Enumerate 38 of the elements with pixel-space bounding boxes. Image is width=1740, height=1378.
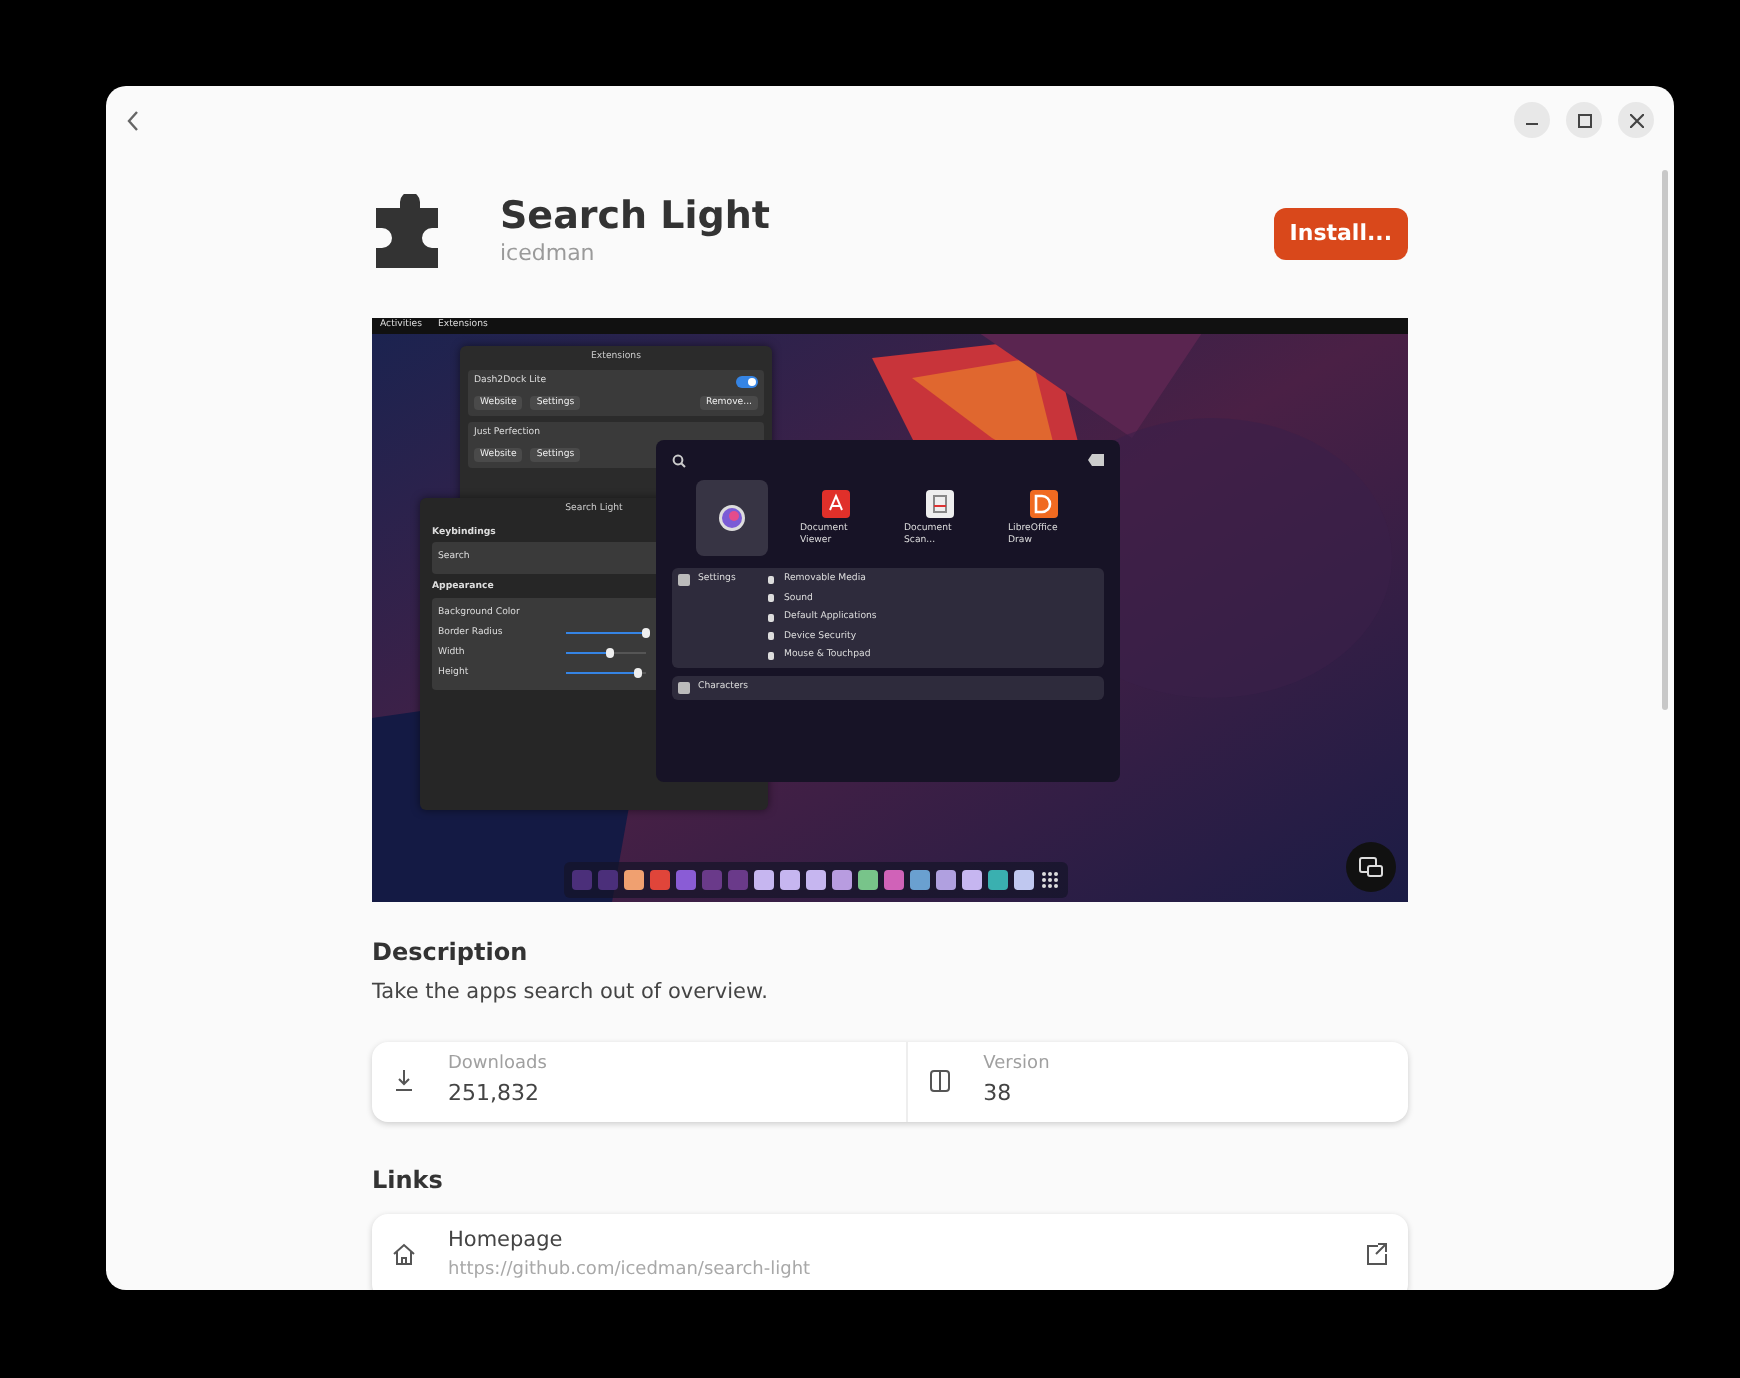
app-title: Search Light	[500, 196, 772, 239]
slider-thumb[interactable]	[641, 628, 651, 638]
section-heading: Links	[372, 1163, 445, 1198]
stat-label: Downloads	[448, 1051, 547, 1078]
link-url: https://github.com/icedman/search-light	[448, 1257, 813, 1283]
close-icon	[1629, 113, 1643, 127]
slider-thumb[interactable]	[633, 668, 643, 678]
back-icon[interactable]	[126, 109, 140, 131]
stat-label: Version	[983, 1051, 1050, 1078]
clear-icon[interactable]	[1088, 452, 1104, 468]
app-tile[interactable]	[696, 480, 768, 556]
download-icon	[392, 1068, 416, 1095]
slider-thumb[interactable]	[605, 648, 615, 658]
stat-value: 251,832	[448, 1078, 541, 1111]
app-icon	[678, 574, 690, 586]
maximize-icon	[1577, 113, 1591, 127]
author-name: icedman	[500, 238, 597, 271]
external-link-icon	[1364, 1242, 1388, 1267]
app-icon	[822, 490, 850, 518]
app-grid-icon[interactable]	[1040, 870, 1060, 890]
book-icon	[927, 1068, 952, 1095]
app-icon	[718, 504, 746, 532]
stat-value: 38	[983, 1078, 1014, 1111]
link-row[interactable]: Homepage https://github.com/icedman/search-light	[372, 1213, 1408, 1290]
close-button[interactable]	[1618, 102, 1654, 138]
app-icon	[926, 490, 954, 518]
scrollbar[interactable]	[1662, 170, 1668, 710]
description-text: Take the apps search out of overview.	[372, 978, 770, 1008]
search-icon	[672, 453, 686, 467]
maximize-button[interactable]	[1566, 102, 1602, 138]
home-icon	[392, 1242, 416, 1267]
section-heading: Description	[372, 936, 530, 970]
toggle-switch[interactable]	[736, 375, 758, 387]
screenshot-button[interactable]	[1346, 842, 1396, 892]
app-icon	[1030, 490, 1058, 518]
app-icon	[678, 681, 690, 693]
link-title: Homepage	[448, 1225, 565, 1256]
install-button[interactable]: Install...	[1273, 207, 1408, 261]
